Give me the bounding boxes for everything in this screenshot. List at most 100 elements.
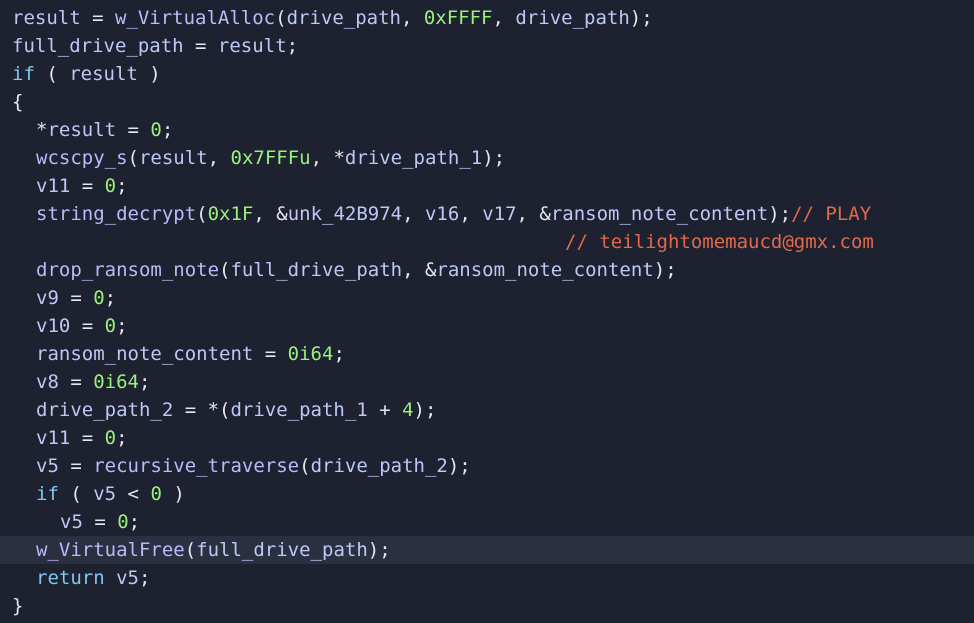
token-punct: ; bbox=[116, 315, 128, 337]
token-operator: = bbox=[183, 35, 218, 57]
token-identifier: drive_path bbox=[515, 7, 630, 29]
token-function: w_VirtualAlloc bbox=[114, 7, 276, 29]
token-number: 0x1F bbox=[207, 203, 254, 225]
code-line-22[interactable]: } bbox=[0, 592, 974, 620]
code-line-17[interactable]: v5 = recursive_traverse(drive_path_2); bbox=[0, 452, 974, 480]
token-punct: ; bbox=[116, 175, 128, 197]
code-line-7[interactable]: v11 = 0; bbox=[0, 172, 974, 200]
token-identifier: v5 bbox=[60, 511, 83, 533]
code-line-4[interactable]: { bbox=[0, 88, 974, 116]
token-operator: = bbox=[70, 175, 105, 197]
token-keyword: if bbox=[36, 483, 59, 505]
token-identifier: ransom_note_content bbox=[436, 259, 654, 281]
code-line-11[interactable]: v9 = 0; bbox=[0, 284, 974, 312]
token-identifier: ransom_note_content bbox=[550, 203, 769, 225]
token-number: 0 bbox=[150, 483, 162, 505]
token-punct: ( bbox=[299, 455, 311, 477]
token-number: 0 bbox=[104, 427, 117, 449]
code-line-6[interactable]: wcscpy_s(result, 0x7FFFu, *drive_path_1)… bbox=[0, 144, 974, 172]
token-punct: ); bbox=[367, 539, 391, 561]
token-identifier: drive_path_2 bbox=[310, 455, 448, 477]
token-identifier: v9 bbox=[36, 287, 59, 309]
code-line-15[interactable]: drive_path_2 = *(drive_path_1 + 4); bbox=[0, 396, 974, 424]
code-line-10[interactable]: drop_ransom_note(full_drive_path, &ranso… bbox=[0, 256, 974, 284]
code-line-21[interactable]: return v5; bbox=[0, 564, 974, 592]
token-number: 0i64 bbox=[93, 371, 139, 393]
token-operator: < bbox=[116, 483, 151, 505]
code-line-16[interactable]: v11 = 0; bbox=[0, 424, 974, 452]
token-identifier: drive_path_2 bbox=[36, 399, 174, 421]
code-line-13[interactable]: ransom_note_content = 0i64; bbox=[0, 340, 974, 368]
code-line-14[interactable]: v8 = 0i64; bbox=[0, 368, 974, 396]
code-line-5[interactable]: *result = 0; bbox=[0, 116, 974, 144]
token-punct: , & bbox=[402, 259, 437, 281]
token-function: drop_ransom_note bbox=[36, 259, 220, 281]
token-identifier: result bbox=[47, 119, 117, 141]
token-punct: ; bbox=[116, 427, 128, 449]
token-operator: = bbox=[58, 287, 94, 309]
token-identifier: result bbox=[12, 7, 81, 29]
token-operator: = bbox=[82, 511, 118, 533]
token-comment: // PLAY bbox=[791, 203, 872, 225]
token-identifier: v5 bbox=[36, 455, 59, 477]
token-identifier: v11 bbox=[36, 175, 71, 197]
token-brace: { bbox=[12, 91, 24, 113]
token-identifier: unk_42B974 bbox=[287, 203, 403, 225]
token-number: 0i64 bbox=[287, 343, 334, 365]
token-identifier: result bbox=[138, 147, 208, 169]
token-comment: // teilightomemaucd@gmx.com bbox=[565, 231, 874, 253]
token-number: 0 bbox=[117, 511, 129, 533]
token-punct: ); bbox=[768, 203, 792, 225]
token-identifier: v5 bbox=[116, 567, 139, 589]
code-line-9[interactable]: // teilightomemaucd@gmx.com bbox=[0, 228, 974, 256]
token-punct: ; bbox=[286, 35, 299, 57]
code-line-1[interactable]: result = w_VirtualAlloc(drive_path, 0xFF… bbox=[0, 4, 974, 32]
token-number: 0 bbox=[93, 287, 105, 309]
token-operator: = bbox=[253, 343, 288, 365]
token-punct: , * bbox=[310, 147, 345, 169]
token-operator: = bbox=[116, 119, 151, 141]
token-punct: ; bbox=[138, 567, 151, 589]
token-identifier: full_drive_path bbox=[196, 539, 368, 561]
token-operator: = bbox=[58, 455, 94, 477]
token-punct: , bbox=[492, 7, 516, 29]
token-function: recursive_traverse bbox=[93, 455, 300, 477]
token-identifier: v17 bbox=[482, 203, 517, 225]
token-identifier: full_drive_path bbox=[12, 35, 184, 57]
token-punct: ( bbox=[184, 539, 197, 561]
token-punct: ; bbox=[333, 343, 345, 365]
token-function: w_VirtualFree bbox=[36, 539, 185, 561]
code-line-3[interactable]: if ( result ) bbox=[0, 60, 974, 88]
token-identifier: full_drive_path bbox=[230, 259, 403, 281]
token-punct: ( bbox=[196, 203, 208, 225]
token-number: 0 bbox=[150, 119, 162, 141]
token-punct: ); bbox=[413, 399, 437, 421]
token-punct: ); bbox=[447, 455, 471, 477]
token-punct: ) bbox=[161, 483, 185, 505]
token-operator: = bbox=[80, 7, 115, 29]
token-brace: } bbox=[12, 595, 24, 617]
token-punct: ( bbox=[58, 483, 94, 505]
token-punct: , bbox=[402, 203, 425, 225]
token-operator: = bbox=[70, 427, 105, 449]
code-line-8[interactable]: string_decrypt(0x1F, &unk_42B974, v16, v… bbox=[0, 200, 974, 228]
token-punct: ( bbox=[219, 259, 231, 281]
token-punct: ); bbox=[482, 147, 506, 169]
token-punct: ; bbox=[104, 287, 117, 309]
token-identifier: drive_path bbox=[286, 7, 401, 29]
token-number: 0xFFFF bbox=[423, 7, 493, 29]
token-number: 0 bbox=[104, 315, 117, 337]
code-line-2[interactable]: full_drive_path = result; bbox=[0, 32, 974, 60]
token-identifier: drive_path_1 bbox=[344, 147, 483, 169]
code-line-12[interactable]: v10 = 0; bbox=[0, 312, 974, 340]
code-line-18[interactable]: if ( v5 < 0 ) bbox=[0, 480, 974, 508]
token-punct: , & bbox=[516, 203, 551, 225]
token-punct: , bbox=[459, 203, 483, 225]
code-line-20-highlighted[interactable]: w_VirtualFree(full_drive_path); bbox=[0, 536, 974, 564]
token-punct: ) bbox=[137, 63, 161, 85]
code-line-19[interactable]: v5 = 0; bbox=[0, 508, 974, 536]
code-view[interactable]: result = w_VirtualAlloc ( drive_path, 0xFF… bbox=[0, 4, 974, 623]
token-number: 4 bbox=[402, 399, 414, 421]
token-identifier: v10 bbox=[36, 315, 71, 337]
